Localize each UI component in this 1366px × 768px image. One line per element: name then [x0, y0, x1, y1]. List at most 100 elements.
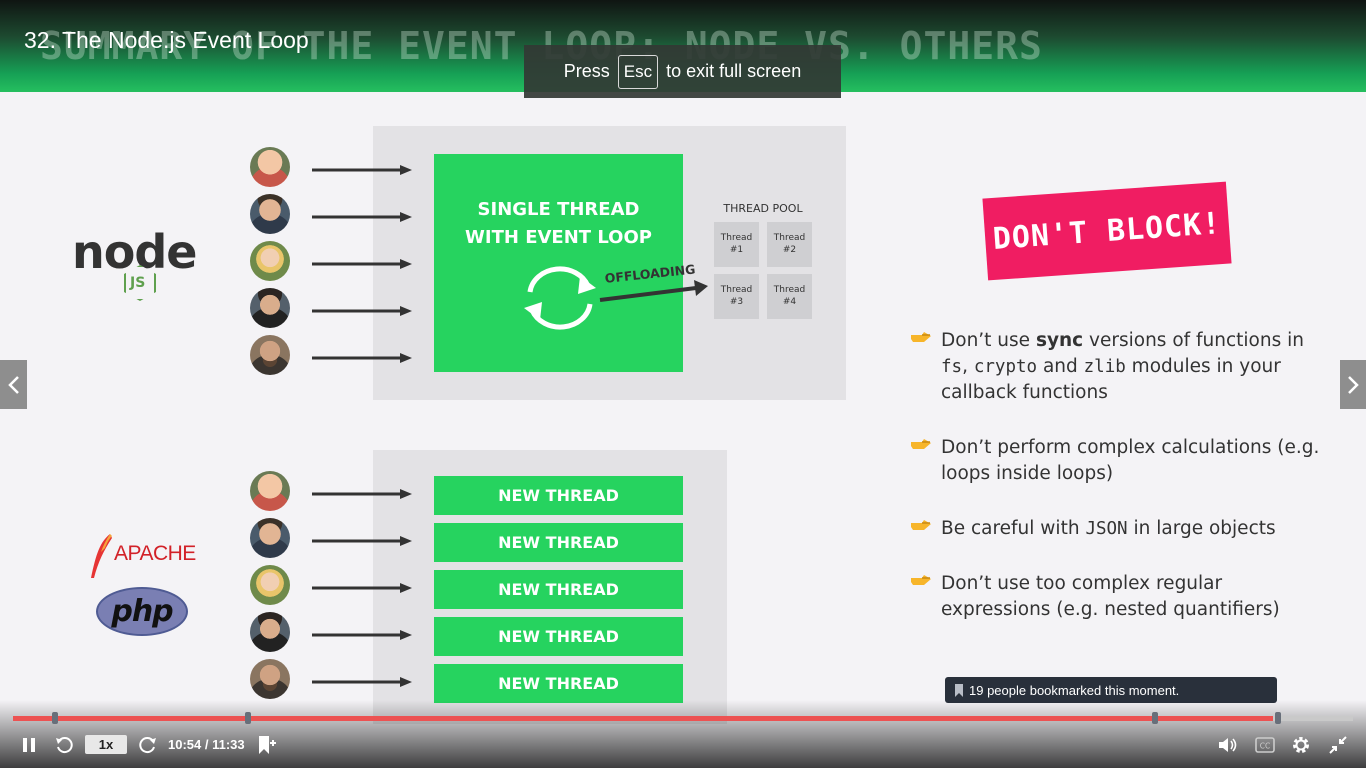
request-arrow-icon	[312, 677, 412, 687]
new-thread-box: NEW THREAD	[434, 570, 683, 609]
user-avatar	[250, 194, 290, 234]
tip-plain-text: ,	[962, 356, 974, 377]
request-arrow-icon	[312, 306, 412, 316]
bookmark-tooltip-text: 19 people bookmarked this moment.	[969, 682, 1180, 698]
chevron-left-icon	[7, 375, 19, 394]
request-arrow-icon	[312, 212, 412, 222]
closed-captions-icon: CC	[1255, 737, 1275, 753]
thread-pool-cell: Thread #3	[714, 274, 759, 319]
user-avatar	[250, 241, 290, 281]
video-player[interactable]: SUMMARY OF THE EVENT LOOP: NODE VS. OTHE…	[0, 0, 1366, 768]
tip-code-text: crypto	[973, 357, 1038, 377]
user-avatar	[250, 518, 290, 558]
pointing-hand-icon	[911, 332, 931, 342]
forward-icon	[139, 737, 156, 754]
single-thread-label: SINGLE THREAD WITH EVENT LOOP	[465, 199, 652, 248]
bookmark-marker[interactable]	[1274, 712, 1281, 724]
thread-pool-cell: Thread #2	[767, 222, 812, 267]
tip-code-text: JSON	[1085, 519, 1128, 539]
new-thread-box: NEW THREAD	[434, 664, 683, 703]
bookmark-marker[interactable]	[244, 712, 251, 724]
new-thread-box: NEW THREAD	[434, 523, 683, 562]
tip-text: Don’t perform complex calculations (e.g.…	[941, 435, 1321, 487]
time-display: 10:54 / 11:33	[168, 737, 245, 752]
esc-key-badge: Esc	[617, 54, 659, 89]
user-avatar	[250, 565, 290, 605]
chevron-right-icon	[1348, 375, 1359, 394]
user-avatar	[250, 147, 290, 187]
dont-block-text: DON'T BLOCK!	[991, 205, 1223, 257]
settings-button[interactable]	[1289, 733, 1313, 757]
progress-fill	[13, 716, 1273, 721]
tip-item: Don’t perform complex calculations (e.g.…	[910, 435, 1319, 489]
thread-pool-cell: Thread #4	[767, 274, 812, 319]
new-thread-box: NEW THREAD	[434, 476, 683, 515]
bookmark-marker[interactable]	[1151, 712, 1158, 724]
exit-fullscreen-button[interactable]	[1326, 733, 1350, 757]
tip-text: Don’t use sync versions of functions in …	[941, 328, 1321, 406]
exit-fullscreen-icon	[1329, 736, 1347, 754]
apache-feather-icon	[91, 534, 112, 578]
tip-plain-text: and	[1037, 356, 1084, 377]
tip-plain-text: Don’t use too complex regular expression…	[941, 573, 1280, 620]
request-arrow-icon	[312, 489, 412, 499]
tip-item: Don’t use sync versions of functions in …	[910, 328, 1310, 408]
tip-plain-text: in large objects	[1127, 518, 1276, 539]
request-arrow-icon	[312, 353, 412, 363]
fullscreen-toast: Press Esc to exit full screen	[524, 45, 841, 98]
volume-button[interactable]	[1216, 733, 1240, 757]
bookmark-icon	[955, 683, 963, 697]
pointing-hand-icon	[911, 575, 931, 585]
tip-plain-text: Don’t perform complex calculations (e.g.…	[941, 437, 1320, 484]
user-avatar	[250, 659, 290, 699]
pause-button[interactable]	[18, 733, 40, 757]
svg-text:CC: CC	[1260, 742, 1270, 751]
rewind-icon	[56, 737, 73, 754]
request-arrow-icon	[312, 630, 412, 640]
php-logo: php	[96, 587, 188, 636]
pointing-hand-icon	[911, 439, 931, 449]
tip-code-text: zlib	[1083, 357, 1126, 377]
request-arrow-icon	[312, 259, 412, 269]
request-arrow-icon	[312, 536, 412, 546]
new-thread-box: NEW THREAD	[434, 617, 683, 656]
request-arrow-icon	[312, 165, 412, 175]
control-bar	[0, 700, 1366, 768]
captions-button[interactable]: CC	[1253, 733, 1277, 757]
event-loop-cycle-icon	[524, 266, 596, 330]
apache-logo: APACHE	[88, 532, 208, 578]
tip-plain-text: versions of functions in	[1083, 330, 1304, 351]
request-arrow-icon	[312, 583, 412, 593]
tip-item: Don’t use too complex regular expression…	[910, 571, 1310, 625]
user-avatar	[250, 335, 290, 375]
dont-block-banner: DON'T BLOCK!	[982, 181, 1232, 281]
bookmark-add-icon	[259, 736, 276, 754]
gear-icon	[1293, 737, 1309, 753]
php-wordmark: php	[111, 594, 173, 629]
nodejs-logo: node JS	[72, 215, 212, 305]
js-badge-text: JS	[130, 275, 146, 291]
pointing-hand-icon	[911, 520, 931, 530]
forward-button[interactable]	[136, 733, 160, 757]
volume-icon	[1219, 738, 1237, 752]
video-title: 32. The Node.js Event Loop	[24, 27, 309, 53]
user-avatar	[250, 612, 290, 652]
user-avatar	[250, 288, 290, 328]
tip-text: Be careful with JSON in large objects	[941, 516, 1321, 542]
pause-icon	[23, 738, 35, 752]
tip-plain-text: Be careful with	[941, 518, 1086, 539]
add-bookmark-button[interactable]	[254, 733, 278, 757]
thread-pool-title: THREAD POOL	[723, 202, 803, 215]
user-avatar	[250, 471, 290, 511]
next-lecture-button[interactable]	[1340, 360, 1366, 409]
tip-code-text: fs	[941, 357, 963, 377]
bookmark-marker[interactable]	[51, 712, 58, 724]
playback-rate-button[interactable]: 1x	[85, 735, 127, 754]
tip-bold-text: sync	[1035, 330, 1084, 351]
toast-text-after: to exit full screen	[666, 61, 802, 81]
rewind-button[interactable]	[52, 733, 76, 757]
tip-item: Be careful with JSON in large objects	[910, 516, 1310, 544]
previous-lecture-button[interactable]	[0, 360, 27, 409]
tip-text: Don’t use too complex regular expression…	[941, 571, 1321, 623]
toast-text-before: Press	[563, 61, 610, 81]
